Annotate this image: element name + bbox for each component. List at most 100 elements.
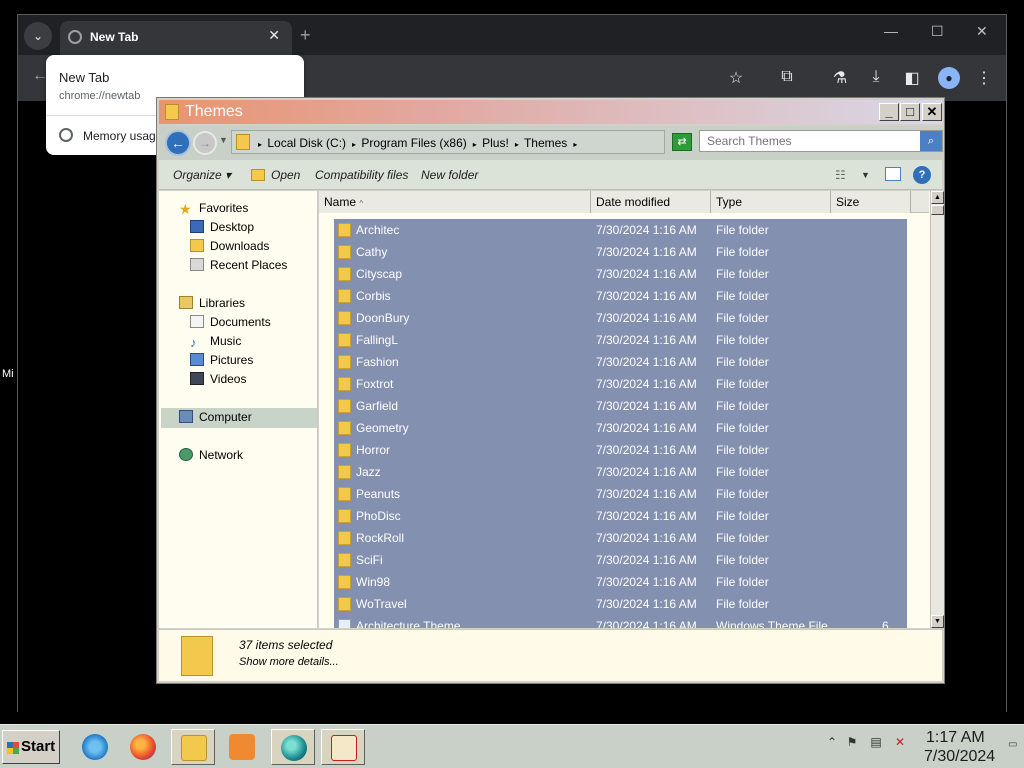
- table-row[interactable]: Cathy 7/30/2024 1:16 AM File folder: [334, 241, 907, 263]
- preview-pane-icon[interactable]: [885, 167, 901, 181]
- show-desktop-icon[interactable]: ▭: [1008, 739, 1020, 753]
- nav-item-recent-places[interactable]: Recent Places: [190, 258, 287, 272]
- table-row[interactable]: Jazz 7/30/2024 1:16 AM File folder: [334, 461, 907, 483]
- tray-expand-icon[interactable]: ⌃: [824, 735, 840, 751]
- close-button[interactable]: ✕: [922, 103, 942, 121]
- table-row[interactable]: WoTravel 7/30/2024 1:16 AM File folder: [334, 593, 907, 615]
- clock-time[interactable]: 1:17 AM: [926, 729, 985, 747]
- chrome-minimize-button[interactable]: —: [884, 23, 898, 39]
- table-row[interactable]: PhoDisc 7/30/2024 1:16 AM File folder: [334, 505, 907, 527]
- row-type: File folder: [716, 399, 769, 413]
- breadcrumb-arrow-icon[interactable]: ▸: [352, 140, 356, 149]
- tab-search-button[interactable]: ⌄: [24, 22, 52, 50]
- table-row[interactable]: Geometry 7/30/2024 1:16 AM File folder: [334, 417, 907, 439]
- views-icon[interactable]: ☷: [835, 168, 846, 182]
- explorer-titlebar[interactable]: Themes _ □ ✕: [159, 100, 942, 124]
- table-row[interactable]: Corbis 7/30/2024 1:16 AM File folder: [334, 285, 907, 307]
- table-row[interactable]: Architecture Theme 7/30/2024 1:16 AM Windo…: [334, 615, 907, 628]
- nav-item-downloads[interactable]: Downloads: [190, 239, 269, 253]
- organize-button[interactable]: Organize ▾: [173, 168, 231, 182]
- taskbar-app[interactable]: [271, 729, 315, 765]
- table-row[interactable]: Foxtrot 7/30/2024 1:16 AM File folder: [334, 373, 907, 395]
- chrome-maximize-button[interactable]: ☐: [931, 23, 944, 40]
- scroll-down-button[interactable]: ▼: [931, 615, 944, 628]
- table-row[interactable]: Garfield 7/30/2024 1:16 AM File folder: [334, 395, 907, 417]
- start-button[interactable]: Start: [2, 730, 60, 764]
- column-header-size[interactable]: Size: [831, 191, 911, 213]
- breadcrumb-program-files[interactable]: Program Files (x86): [361, 136, 466, 150]
- table-row[interactable]: Architec 7/30/2024 1:16 AM File folder: [334, 219, 907, 241]
- forward-button[interactable]: →: [193, 131, 217, 155]
- chrome-close-button[interactable]: ✕: [976, 23, 988, 40]
- row-type: File folder: [716, 245, 769, 259]
- action-center-flag-icon[interactable]: ⚑: [844, 735, 860, 751]
- labs-icon[interactable]: ⚗: [830, 68, 850, 88]
- search-input[interactable]: [700, 131, 920, 151]
- search-icon[interactable]: ⌕: [920, 131, 942, 151]
- clock-date[interactable]: 7/30/2024: [924, 748, 995, 766]
- breadcrumb-arrow-icon[interactable]: ▸: [258, 140, 262, 149]
- table-row[interactable]: Win98 7/30/2024 1:16 AM File folder: [334, 571, 907, 593]
- new-folder-button[interactable]: New folder: [421, 168, 478, 182]
- taskbar-explorer[interactable]: [171, 729, 215, 765]
- compatibility-files-button[interactable]: Compatibility files: [315, 168, 408, 182]
- scroll-thumb[interactable]: [931, 205, 944, 215]
- breadcrumb-arrow-icon[interactable]: ▸: [515, 140, 519, 149]
- search-box[interactable]: ⌕: [699, 130, 943, 152]
- table-row[interactable]: Peanuts 7/30/2024 1:16 AM File folder: [334, 483, 907, 505]
- row-date: 7/30/2024 1:16 AM: [596, 597, 697, 611]
- table-row[interactable]: Cityscap 7/30/2024 1:16 AM File folder: [334, 263, 907, 285]
- table-row[interactable]: DoonBury 7/30/2024 1:16 AM File folder: [334, 307, 907, 329]
- volume-muted-icon[interactable]: ✕: [892, 735, 908, 751]
- breadcrumb-arrow-icon[interactable]: ▸: [473, 140, 477, 149]
- nav-item-libraries[interactable]: Libraries: [179, 296, 245, 310]
- taskbar-internet-explorer[interactable]: [73, 729, 117, 765]
- menu-icon[interactable]: ⋮: [974, 68, 994, 88]
- new-tab-button[interactable]: +: [300, 25, 311, 46]
- show-more-details-link[interactable]: Show more details...: [239, 656, 339, 668]
- profile-icon[interactable]: ●: [938, 67, 960, 89]
- column-header-name[interactable]: Name ^: [319, 191, 591, 213]
- taskbar-firefox[interactable]: [121, 729, 165, 765]
- table-row[interactable]: Fashion 7/30/2024 1:16 AM File folder: [334, 351, 907, 373]
- download-icon[interactable]: ⤓: [866, 68, 886, 86]
- network-tray-icon[interactable]: ▤: [868, 735, 884, 751]
- maximize-button[interactable]: □: [900, 103, 920, 121]
- extension-icon[interactable]: ⧉: [777, 68, 797, 86]
- table-row[interactable]: Horror 7/30/2024 1:16 AM File folder: [334, 439, 907, 461]
- breadcrumb-local-disk[interactable]: Local Disk (C:): [267, 136, 346, 150]
- vertical-scrollbar[interactable]: ▲ ▼: [930, 191, 944, 628]
- nav-item-computer[interactable]: Computer: [179, 410, 252, 424]
- refresh-button[interactable]: ⇄: [672, 133, 692, 151]
- nav-item-music[interactable]: ♪ Music: [190, 334, 241, 350]
- row-name: DoonBury: [356, 311, 410, 325]
- breadcrumb-arrow-icon[interactable]: ▸: [573, 140, 577, 149]
- breadcrumb-themes[interactable]: Themes: [524, 136, 567, 150]
- help-icon[interactable]: ?: [913, 166, 931, 184]
- nav-item-favorites[interactable]: ★ Favorites: [179, 201, 248, 217]
- scroll-up-button[interactable]: ▲: [931, 191, 944, 204]
- table-row[interactable]: SciFi 7/30/2024 1:16 AM File folder: [334, 549, 907, 571]
- nav-item-network[interactable]: Network: [179, 448, 243, 462]
- nav-item-documents[interactable]: Documents: [190, 315, 271, 329]
- table-row[interactable]: FallingL 7/30/2024 1:16 AM File folder: [334, 329, 907, 351]
- recent-pages-dropdown[interactable]: ▼: [219, 135, 228, 145]
- minimize-button[interactable]: _: [879, 103, 899, 121]
- table-row[interactable]: RockRoll 7/30/2024 1:16 AM File folder: [334, 527, 907, 549]
- taskbar-media-player[interactable]: [220, 729, 264, 765]
- star-icon[interactable]: ☆: [726, 68, 746, 88]
- nav-item-desktop[interactable]: Desktop: [190, 220, 254, 234]
- chrome-tab-new-tab[interactable]: New Tab ✕: [60, 21, 292, 55]
- taskbar-acrobat[interactable]: [321, 729, 365, 765]
- sidepanel-icon[interactable]: ◧: [902, 68, 922, 88]
- breadcrumb-plus[interactable]: Plus!: [482, 136, 509, 150]
- address-field[interactable]: ▸ Local Disk (C:) ▸ Program Files (x86) ▸ …: [231, 130, 735, 154]
- nav-item-pictures[interactable]: Pictures: [190, 353, 253, 367]
- tab-close-button[interactable]: ✕: [268, 27, 280, 44]
- column-header-date[interactable]: Date modified: [591, 191, 711, 213]
- back-button[interactable]: ←: [165, 130, 191, 156]
- open-button[interactable]: Open: [271, 168, 300, 182]
- column-header-type[interactable]: Type: [711, 191, 831, 213]
- nav-item-videos[interactable]: Videos: [190, 372, 246, 386]
- views-dropdown[interactable]: ▼: [861, 170, 870, 180]
